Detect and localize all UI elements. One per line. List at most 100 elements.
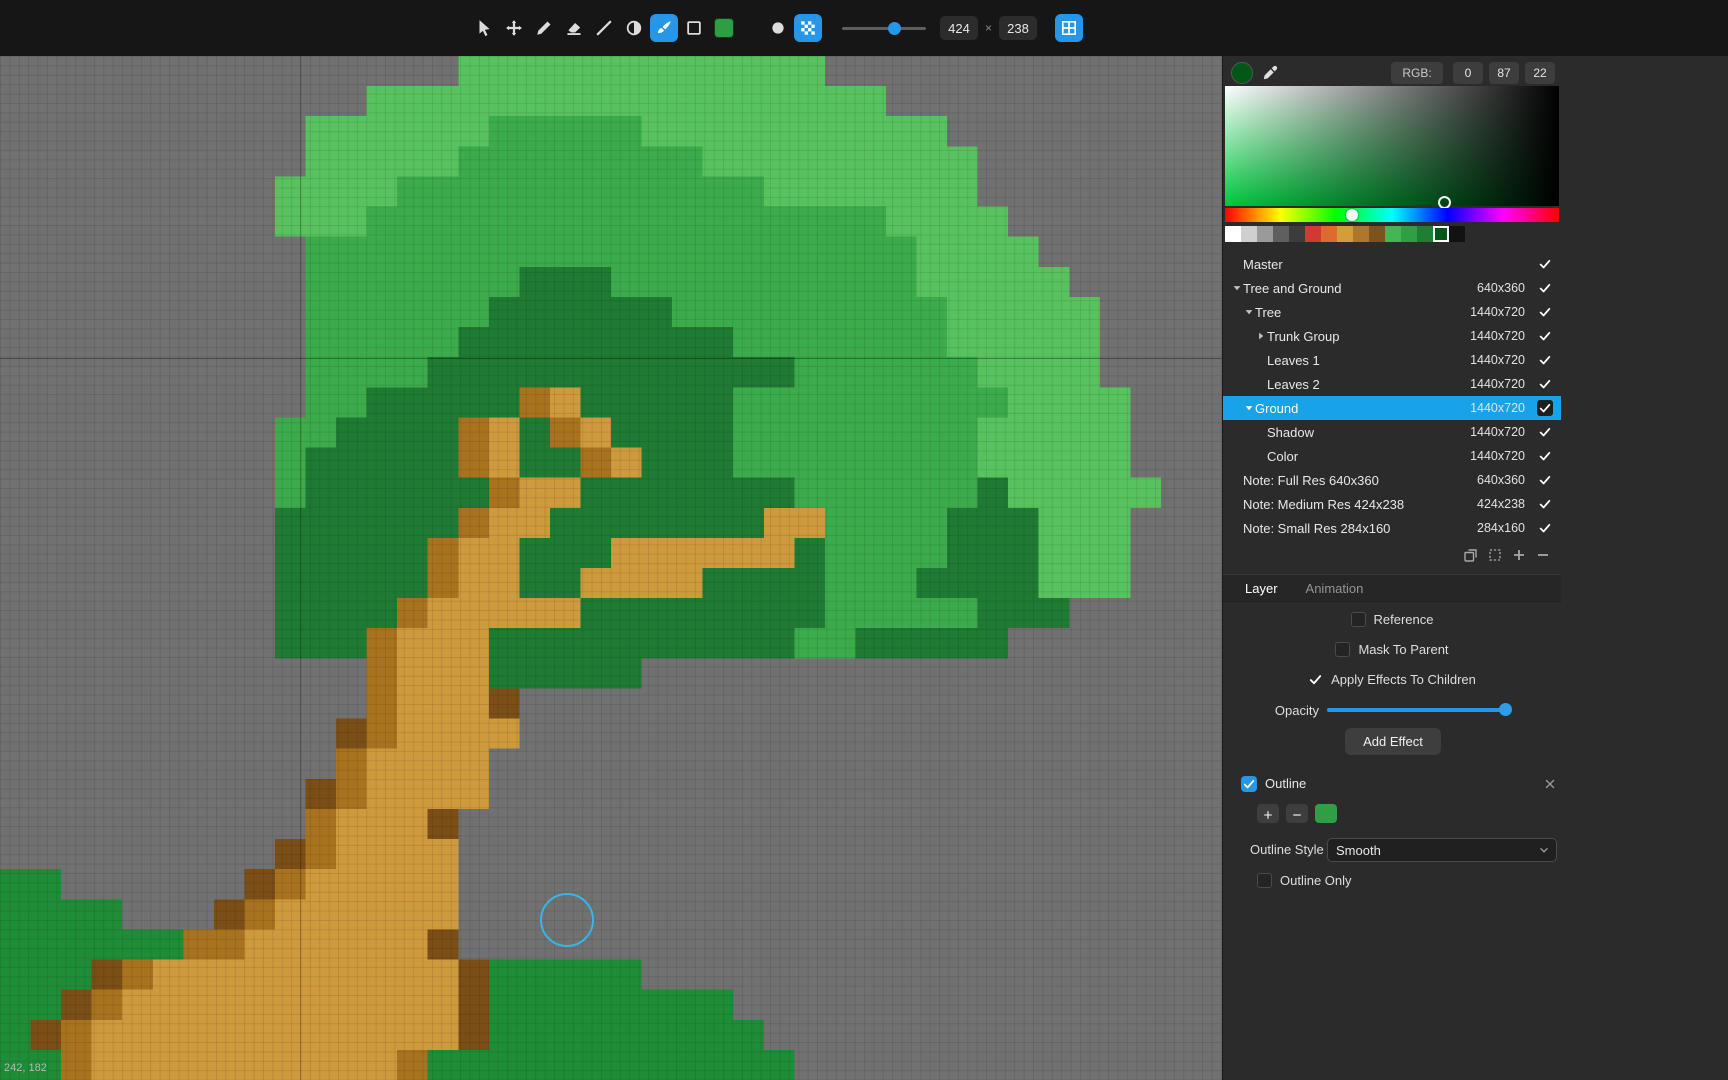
tool-dither-button[interactable]	[794, 14, 822, 42]
duplicate-layer-icon[interactable]	[1463, 547, 1479, 563]
opacity-slider-thumb[interactable]	[1499, 703, 1512, 716]
disclosure-collapsed-icon[interactable]	[1255, 330, 1267, 342]
canvas-height-input[interactable]: 238	[999, 16, 1037, 40]
disclosure-expanded-icon[interactable]	[1231, 282, 1243, 294]
brush-size-slider[interactable]	[842, 27, 926, 30]
layer-row-note-medium-res-424x238[interactable]: Note: Medium Res 424x238424x238	[1223, 492, 1561, 516]
layer-visibility-checkbox[interactable]	[1537, 304, 1553, 320]
canvas-area[interactable]: 242, 182	[0, 56, 1222, 1080]
layer-visibility-checkbox[interactable]	[1537, 280, 1553, 296]
add-effect-button[interactable]: Add Effect	[1345, 728, 1441, 755]
eyedropper-icon[interactable]	[1261, 64, 1279, 82]
layer-visibility-checkbox[interactable]	[1537, 400, 1553, 416]
layer-row-leaves-1[interactable]: Leaves 11440x720	[1223, 348, 1561, 372]
tool-move-button[interactable]	[500, 14, 528, 42]
panel-content: RGB: 0 87 22 MasterTree and Ground640x3	[1223, 56, 1561, 1080]
palette-swatch-6[interactable]	[1321, 226, 1337, 242]
layer-visibility-checkbox[interactable]	[1537, 496, 1553, 512]
tool-pencil-button[interactable]	[530, 14, 558, 42]
pixel-canvas[interactable]	[0, 56, 1222, 1080]
effect-enabled-checkbox[interactable]	[1241, 776, 1257, 792]
hue-slider-thumb[interactable]	[1346, 209, 1358, 221]
layer-row-note-full-res-640x360[interactable]: Note: Full Res 640x360640x360	[1223, 468, 1561, 492]
palette-swatch-2[interactable]	[1257, 226, 1273, 242]
checkbox-label: Reference	[1374, 612, 1434, 627]
palette-swatch-7[interactable]	[1337, 226, 1353, 242]
palette-swatch-9[interactable]	[1369, 226, 1385, 242]
layer-size: 640x360	[1477, 281, 1525, 295]
palette-swatch-8[interactable]	[1353, 226, 1369, 242]
layer-row-color[interactable]: Color1440x720	[1223, 444, 1561, 468]
outline-only-checkbox[interactable]	[1257, 873, 1272, 888]
tool-brush-button[interactable]	[650, 14, 678, 42]
layer-row-ground[interactable]: Ground1440x720	[1223, 396, 1561, 420]
tool-rect-button[interactable]	[680, 14, 708, 42]
red-value-field[interactable]: 0	[1453, 62, 1483, 84]
palette-swatch-11[interactable]	[1401, 226, 1417, 242]
layer-visibility-checkbox[interactable]	[1537, 448, 1553, 464]
palette-swatch-10[interactable]	[1385, 226, 1401, 242]
palette-swatch-5[interactable]	[1305, 226, 1321, 242]
tab-animation[interactable]: Animation	[1306, 581, 1364, 596]
right-panel: RGB: 0 87 22 MasterTree and Ground640x3	[1222, 56, 1728, 1080]
green-value-field[interactable]: 87	[1489, 62, 1519, 84]
layer-visibility-checkbox[interactable]	[1537, 256, 1553, 272]
effect-add-color-button[interactable]	[1257, 804, 1279, 823]
effect-remove-color-button[interactable]	[1286, 804, 1308, 823]
layer-visibility-checkbox[interactable]	[1537, 472, 1553, 488]
palette-swatch-14[interactable]	[1449, 226, 1465, 242]
layer-visibility-checkbox[interactable]	[1537, 352, 1553, 368]
blue-value-field[interactable]: 22	[1525, 62, 1555, 84]
layer-visibility-checkbox[interactable]	[1537, 328, 1553, 344]
disclosure-expanded-icon[interactable]	[1243, 306, 1255, 318]
tool-line-button[interactable]	[590, 14, 618, 42]
palette-swatch-4[interactable]	[1289, 226, 1305, 242]
remove-layer-icon[interactable]	[1535, 547, 1551, 563]
tool-swatch-button[interactable]	[710, 14, 738, 42]
layer-row-tree-and-ground[interactable]: Tree and Ground640x360	[1223, 276, 1561, 300]
tool-eraser-button[interactable]	[560, 14, 588, 42]
checkbox-apply-effects-to-children[interactable]	[1308, 672, 1323, 687]
layer-row-shadow[interactable]: Shadow1440x720	[1223, 420, 1561, 444]
checkbox-mask-to-parent[interactable]	[1335, 642, 1350, 657]
opacity-slider[interactable]	[1327, 708, 1510, 712]
layer-row-tree[interactable]: Tree1440x720	[1223, 300, 1561, 324]
palette-swatch-12[interactable]	[1417, 226, 1433, 242]
palette-swatch-3[interactable]	[1273, 226, 1289, 242]
layer-name: Shadow	[1267, 425, 1470, 440]
tool-cursor-button[interactable]	[470, 14, 498, 42]
add-layer-icon[interactable]	[1511, 547, 1527, 563]
layer-size: 1440x720	[1470, 353, 1525, 367]
palette-swatch-13[interactable]	[1433, 226, 1449, 242]
canvas-width-input[interactable]: 424	[940, 16, 978, 40]
disclosure-expanded-icon[interactable]	[1243, 402, 1255, 414]
transform-layer-icon[interactable]	[1487, 547, 1503, 563]
checkbox-reference[interactable]	[1351, 612, 1366, 627]
tool-round-brush-button[interactable]	[764, 14, 792, 42]
outline-style-dropdown[interactable]: Smooth	[1327, 838, 1557, 862]
remove-effect-icon[interactable]	[1543, 777, 1557, 791]
layer-visibility-checkbox[interactable]	[1537, 376, 1553, 392]
palette-swatch-0[interactable]	[1225, 226, 1241, 242]
disclosure-spacer	[1231, 522, 1243, 534]
tab-layer[interactable]: Layer	[1245, 581, 1278, 596]
brush-size-slider-thumb[interactable]	[888, 22, 901, 35]
layer-row-leaves-2[interactable]: Leaves 21440x720	[1223, 372, 1561, 396]
layer-size: 1440x720	[1470, 377, 1525, 391]
outline-color-swatch[interactable]	[1315, 804, 1337, 823]
hue-slider[interactable]	[1225, 208, 1559, 222]
tool-contrast-button[interactable]	[620, 14, 648, 42]
layer-row-note-small-res-284x160[interactable]: Note: Small Res 284x160284x160	[1223, 516, 1561, 540]
opacity-label: Opacity	[1223, 703, 1319, 718]
grid-toggle-button[interactable]	[1055, 14, 1083, 42]
layer-visibility-checkbox[interactable]	[1537, 424, 1553, 440]
saturation-value-picker[interactable]	[1225, 86, 1559, 206]
layer-size: 1440x720	[1470, 401, 1525, 415]
layer-visibility-checkbox[interactable]	[1537, 520, 1553, 536]
current-color-swatch[interactable]	[1231, 62, 1253, 84]
palette-swatch-1[interactable]	[1241, 226, 1257, 242]
layer-row-master[interactable]: Master	[1223, 252, 1561, 276]
rgb-mode-button[interactable]: RGB:	[1391, 62, 1443, 84]
layer-row-trunk-group[interactable]: Trunk Group1440x720	[1223, 324, 1561, 348]
tool-group	[470, 14, 822, 42]
